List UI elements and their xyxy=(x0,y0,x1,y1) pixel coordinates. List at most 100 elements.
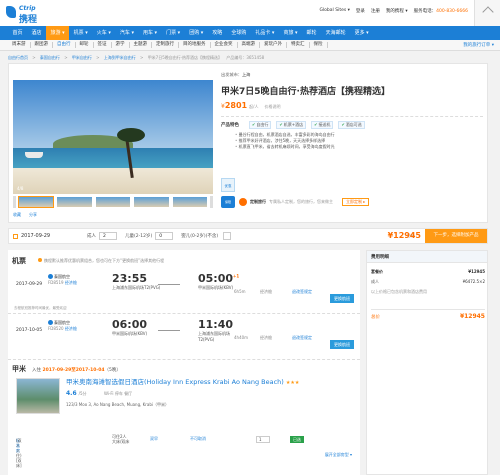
custom-travel-button[interactable]: 立即定制 ▸ xyxy=(342,198,370,206)
scroll-top-button[interactable] xyxy=(474,0,500,26)
nav-groupbuy[interactable]: 团购 ▾ xyxy=(185,26,208,40)
hotel-stars: ★★★ xyxy=(285,380,300,386)
feature-badge: ✔机票+酒店 xyxy=(276,121,307,129)
logo-mark-icon xyxy=(6,6,16,18)
child-select[interactable]: 0 xyxy=(155,232,174,240)
thumbnail[interactable] xyxy=(94,196,132,208)
register-link[interactable]: 注册 xyxy=(371,8,380,14)
subnav-custom-travel[interactable]: 定制旅行 xyxy=(152,42,179,48)
hotel-city: 甲米 xyxy=(12,365,26,373)
adult-select[interactable]: 2 xyxy=(99,232,117,240)
crumb-krabi[interactable]: 甲米自由行 xyxy=(72,55,92,60)
departure-value[interactable]: 上海 xyxy=(242,72,250,77)
hotel-name[interactable]: 甲米奥南海滩智选假日酒店(Holiday Inn Express Krabi A… xyxy=(66,376,299,386)
nav-giftcard[interactable]: 礼品卡 ▾ xyxy=(251,26,279,40)
favorite-link[interactable]: 收藏 xyxy=(13,212,21,218)
airline-info: 泰国航空 FD8520 经济舱 xyxy=(48,320,77,331)
product-title: 甲米7日5晚自由行·热荐酒店【携程精选】 xyxy=(221,87,390,97)
flight-number: FD8519 xyxy=(48,279,64,285)
subnav-destination-service[interactable]: 目的地服务 xyxy=(179,42,211,48)
nav-guide[interactable]: 攻略 xyxy=(208,26,227,40)
crumb-free-travel-home[interactable]: 自由行首页 xyxy=(8,55,28,60)
global-sites-link[interactable]: Global Sites ▾ xyxy=(319,8,349,14)
share-link[interactable]: 分享 xyxy=(29,212,37,218)
change-flight-button[interactable]: 更换航班 xyxy=(330,294,354,303)
nav-travel[interactable]: 旅游 ▾ xyxy=(46,26,70,40)
ctrip-logo[interactable]: Ctrip 携程 xyxy=(6,3,46,25)
promo-icon[interactable]: 优惠 xyxy=(221,178,235,192)
price-note-link[interactable]: 价格说明 xyxy=(264,104,280,109)
room-cancel-policy[interactable]: 不可取消 xyxy=(190,436,206,441)
my-ctrip-link[interactable]: 我的携程 ▾ xyxy=(386,8,408,14)
subnav-theme-tour[interactable]: 主题游 xyxy=(130,42,152,48)
flight-date: 2017-09-29 xyxy=(16,282,43,287)
baby-select[interactable] xyxy=(223,232,232,240)
thumbs-next-arrow[interactable] xyxy=(210,196,214,208)
more-rooms-link[interactable]: 展开全部房型 ▾ xyxy=(325,452,352,458)
nav-flights[interactable]: 机票 ▾ xyxy=(69,26,92,40)
thumbnail[interactable] xyxy=(133,196,170,208)
badge-label: 接送机 xyxy=(318,122,331,127)
flight-duration: 4h40m xyxy=(234,335,249,340)
subnav-sale[interactable]: 特卖汇 xyxy=(287,42,310,48)
subnav-study-tour[interactable]: 游学 xyxy=(112,42,130,48)
nav-train[interactable]: 火车 ▾ xyxy=(92,26,115,40)
nav-tickets[interactable]: 门票 ▾ xyxy=(162,26,185,40)
departure-label: 出发城市： xyxy=(221,72,242,77)
departure-airport: 上海浦东国际机场T2(PVG) xyxy=(112,285,161,290)
date-picker[interactable]: 2017-09-29 xyxy=(21,233,87,239)
summary-value: ¥6472.5×2 xyxy=(462,279,485,284)
summary-total-value: ¥12945 xyxy=(459,313,485,320)
subnav-premium[interactable]: 高端游 xyxy=(238,42,260,48)
nav-bus[interactable]: 汽车 ▾ xyxy=(115,26,138,40)
subnav-free-travel[interactable]: 自由行 xyxy=(53,42,76,48)
room-select-button[interactable]: 已选 xyxy=(290,436,304,443)
thumbs-prev-arrow[interactable] xyxy=(13,196,16,208)
nav-business[interactable]: 商旅 ▾ xyxy=(279,26,302,40)
subnav-cruise[interactable]: 邮轮 xyxy=(76,42,94,48)
crumb-thailand[interactable]: 泰国自由行 xyxy=(40,55,60,60)
room-count-select[interactable]: 1 xyxy=(256,436,270,443)
hotel-image[interactable] xyxy=(16,378,60,414)
summary-row: 以上价格已包含机票和酒店费用 xyxy=(371,289,485,295)
flight-number: FD8520 xyxy=(48,325,64,331)
flight-row: 2017-09-29 泰国航空 FD8519 经济舱 23:55 上海浦东国际机… xyxy=(8,270,360,314)
nav-skysea-cruise[interactable]: 天海邮轮 xyxy=(321,26,350,40)
product-main-image[interactable]: 4/8 xyxy=(13,80,213,194)
next-step-button[interactable]: 下一步，选择附加产品 xyxy=(425,229,487,243)
my-orders-link[interactable]: 我的旅行订单 ▾ xyxy=(463,42,494,48)
nav-car[interactable]: 用车 ▾ xyxy=(138,26,161,40)
sub-nav: 周末游 跟团游 自由行 邮轮 签证 游学 主题游 定制旅行 目的地服务 企业会奖… xyxy=(0,40,500,51)
nav-hotel[interactable]: 酒店 xyxy=(27,26,46,40)
subnav-corporate[interactable]: 企业会奖 xyxy=(211,42,238,48)
subnav-group-tour[interactable]: 跟团游 xyxy=(31,42,53,48)
subnav-insurance[interactable]: 保险 xyxy=(310,42,328,48)
thumbnail[interactable] xyxy=(171,196,209,208)
subnav-weekend[interactable]: 周末游 xyxy=(8,42,31,48)
nav-home[interactable]: 首页 xyxy=(8,26,27,40)
subnav-visa[interactable]: 签证 xyxy=(94,42,112,48)
nav-more[interactable]: 更多 ▾ xyxy=(350,26,373,40)
thumbnail[interactable] xyxy=(56,196,93,208)
crumb-separator: > xyxy=(32,55,36,60)
child-label: 儿童(2-12岁) xyxy=(125,234,153,239)
crumb-shanghai-krabi[interactable]: 上海到甲米自由行 xyxy=(104,55,136,60)
login-link[interactable]: 登录 xyxy=(356,8,365,14)
hotel-name-text[interactable]: 甲米奥南海滩智选假日酒店(Holiday Inn Express Krabi A… xyxy=(66,378,284,386)
subnav-outdoor[interactable]: 爱玩户外 xyxy=(260,42,287,48)
nav-cruise[interactable]: 邮轮 xyxy=(302,26,321,40)
arrival-time: 11:40 xyxy=(198,318,233,331)
shield-icon: 保障 xyxy=(221,196,235,208)
check-icon: ✔ xyxy=(314,122,318,127)
nav-global-shop[interactable]: 全球购 xyxy=(227,26,251,40)
check-icon: ✔ xyxy=(252,122,256,127)
cabin-class: 经济舱 xyxy=(64,279,77,285)
feature-bullet: 机票直飞甲米，省去转机麻烦时间，享受海岛度假时光 xyxy=(235,144,483,150)
thumbnail[interactable] xyxy=(18,196,55,208)
change-flight-button[interactable]: 更换航班 xyxy=(330,340,354,349)
arrival-time-value: 11:40 xyxy=(198,318,234,331)
refund-rule-link[interactable]: 退改签规定 xyxy=(292,289,312,295)
room-breakfast[interactable]: 双早 xyxy=(150,436,158,441)
image-beach xyxy=(13,168,213,194)
refund-rule-link[interactable]: 退改签规定 xyxy=(292,335,312,341)
